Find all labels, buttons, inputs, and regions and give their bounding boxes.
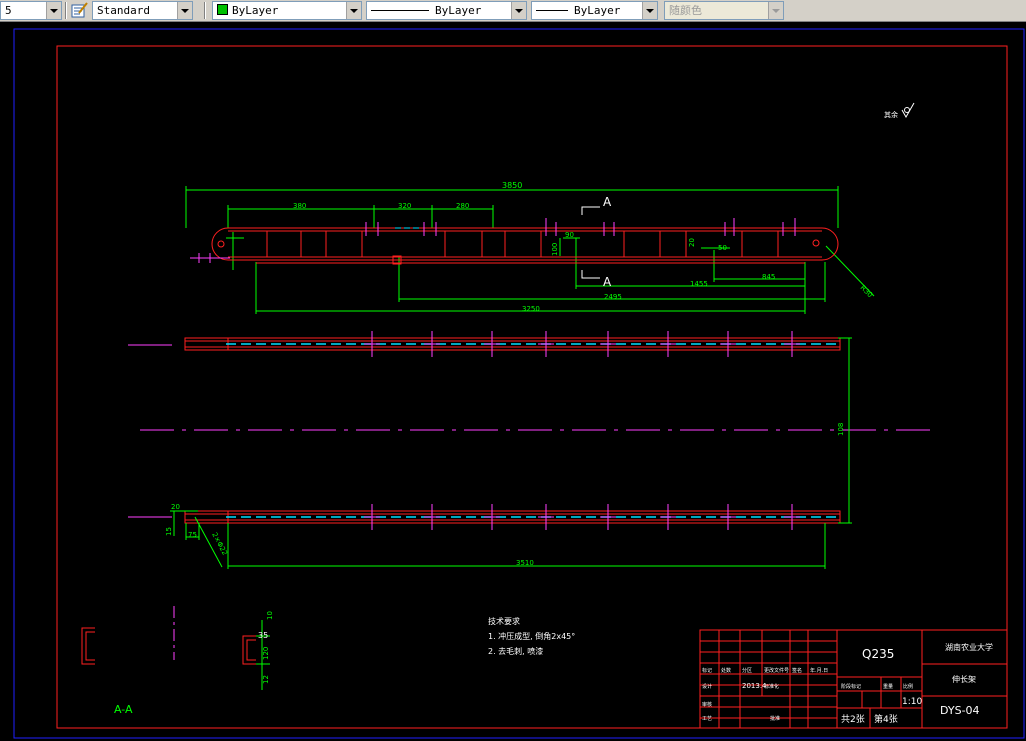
chevron-down-icon[interactable]: [346, 2, 361, 19]
section-detail: 10 35 120 12 A-A: [81, 606, 274, 716]
label-sign: 签名: [792, 667, 802, 674]
layer-combo-value: 5: [5, 4, 12, 17]
dim-320: 320: [398, 202, 411, 210]
layer-combo[interactable]: 5: [0, 1, 62, 20]
material: Q235: [862, 647, 894, 661]
technical-notes: 技术要求 1. 冲压成型, 倒角2x45° 2. 去毛刺, 喷漆: [488, 616, 575, 656]
dim-90: 90: [565, 231, 574, 239]
chevron-down-icon: [768, 2, 783, 19]
label-change: 更改文件号: [764, 667, 789, 674]
roughness-icon: [901, 102, 915, 119]
sheet-number: 第4张: [874, 713, 898, 725]
dim-20: 20: [688, 238, 696, 247]
text-style-icon[interactable]: [71, 2, 89, 19]
dim-120: 120: [262, 647, 270, 660]
properties-toolbar: 5 Standard ByLayer ByLayer ByLayer 随颜色: [0, 0, 1026, 22]
dim-380: 380: [293, 202, 306, 210]
label-ymd: 年.月.日: [810, 667, 828, 674]
drawing-canvas[interactable]: 其余 3850 380 320 280 100 90 20 50 845 145…: [0, 22, 1026, 741]
beam-elevation-view: 3850 380 320 280 100 90 20 50 845 1455 2…: [185, 181, 875, 314]
label-craft: 工艺: [702, 716, 712, 722]
label-check: 审核: [702, 701, 712, 708]
linetype-preview-icon: [371, 10, 429, 11]
lineweight-combo[interactable]: ByLayer: [531, 1, 658, 20]
dim-100: 100: [551, 243, 559, 256]
section-label: A-A: [114, 703, 133, 716]
sheet-frame: [56, 45, 1008, 729]
chevron-down-icon[interactable]: [511, 2, 526, 19]
lineweight-combo-value: ByLayer: [574, 4, 621, 17]
notes-title: 技术要求: [488, 616, 520, 626]
dim-overall: 3850: [502, 181, 522, 190]
dim-holes: 2×Φ22: [210, 531, 229, 557]
toolbar-separator: [204, 2, 206, 19]
dim-20-rail: 20: [171, 503, 180, 511]
scale-value: 1:10: [902, 697, 922, 707]
dim-35: 35: [258, 631, 268, 640]
plot-style-combo-value: 随颜色: [669, 4, 702, 17]
dim-3250: 3250: [522, 305, 540, 313]
color-combo[interactable]: ByLayer: [212, 1, 362, 20]
drawing-number: DYS-04: [940, 704, 980, 717]
label-stage: 阶段标记: [841, 683, 861, 690]
label-mark: 标记: [702, 667, 712, 674]
dim-radius: R30: [859, 284, 874, 299]
color-combo-value: ByLayer: [232, 4, 279, 17]
title-block-text: Q235 湖南农业大学 伸长架 DYS-04 1:10 共2张 第4张 2013…: [702, 642, 993, 725]
label-standard: 标准化: [764, 683, 779, 690]
dim-2495: 2495: [604, 293, 622, 301]
label-design: 设计: [702, 683, 712, 690]
chevron-down-icon[interactable]: [46, 2, 61, 19]
section-mark-bottom: A: [603, 275, 612, 289]
notes-line-1: 1. 冲压成型, 倒角2x45°: [488, 631, 575, 641]
linetype-combo-value: ByLayer: [435, 4, 482, 17]
part-name: 伸长架: [952, 674, 976, 684]
dim-75: 75: [188, 531, 197, 539]
linetype-combo[interactable]: ByLayer: [366, 1, 527, 20]
dim-15: 15: [165, 527, 173, 536]
label-ratio: 比例: [903, 683, 913, 690]
dim-10: 10: [266, 611, 274, 620]
color-swatch-icon: [217, 4, 228, 15]
chevron-down-icon[interactable]: [642, 2, 657, 19]
roughness-label: 其余: [884, 110, 898, 119]
text-style-combo-value: Standard: [97, 4, 150, 17]
notes-line-2: 2. 去毛刺, 喷漆: [488, 646, 543, 656]
text-style-combo[interactable]: Standard: [92, 1, 193, 20]
label-weight: 重量: [883, 683, 893, 690]
label-zone: 分区: [742, 667, 752, 674]
chevron-down-icon[interactable]: [177, 2, 192, 19]
sheet-total: 共2张: [841, 714, 865, 725]
lineweight-preview-icon: [536, 10, 568, 11]
dim-3510: 3510: [516, 559, 534, 567]
dim-50: 50: [718, 244, 727, 252]
beam-plan-view: 108 20 15 75 2×Φ22 3510: [128, 331, 935, 569]
section-mark-top: A: [603, 195, 612, 209]
dim-280: 280: [456, 202, 469, 210]
dim-108: 108: [837, 423, 845, 436]
dim-845: 845: [762, 273, 775, 281]
dim-12: 12: [262, 675, 270, 684]
dim-1455: 1455: [690, 280, 708, 288]
school-name: 湖南农业大学: [945, 642, 993, 652]
label-approve: 批准: [770, 715, 780, 722]
label-count: 处数: [721, 667, 731, 674]
toolbar-separator: [65, 2, 67, 19]
plot-style-combo: 随颜色: [664, 1, 784, 20]
